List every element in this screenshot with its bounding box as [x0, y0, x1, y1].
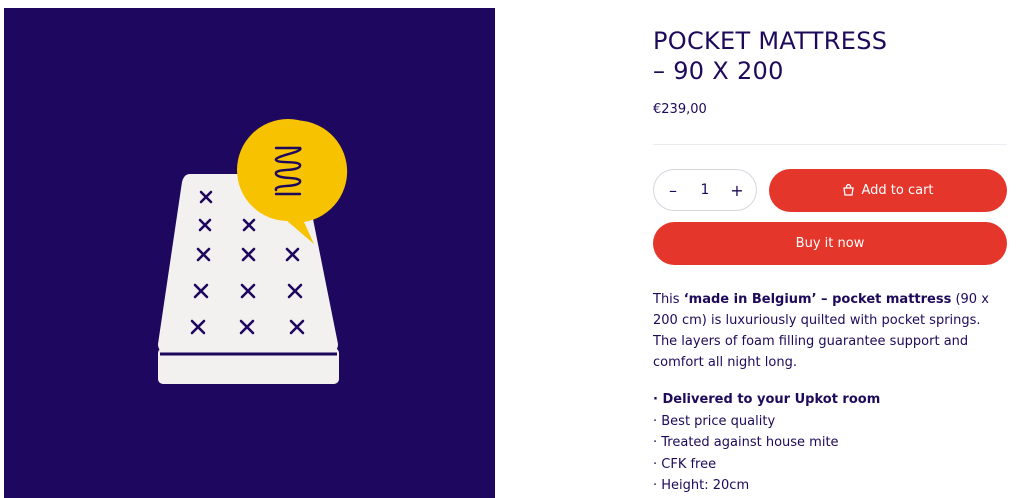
description-bold: ‘made in Belgium’ – pocket mattress [683, 292, 952, 307]
description-intro: This [653, 292, 684, 307]
divider [653, 144, 1007, 145]
feature-item: · CFK free [653, 456, 717, 472]
product-title-line1: POCKET MATTRESS [653, 27, 888, 55]
mattress-illustration [158, 119, 348, 384]
buy-now-label: Buy it now [795, 236, 865, 251]
add-to-cart-label: Add to cart [861, 183, 934, 198]
decrement-button[interactable]: – [666, 181, 680, 200]
product-price: €239,00 [653, 102, 707, 117]
feature-item: · Treated against house mite [653, 435, 839, 450]
product-description: This ‘made in Belgium’ – pocket mattress… [653, 289, 1007, 373]
quantity-stepper[interactable]: – 1 + [653, 169, 757, 211]
product-title: POCKET MATTRESS – 90 X 200 [653, 26, 993, 86]
cart-icon [843, 184, 855, 196]
feature-item: · Best price quality [653, 413, 776, 429]
feature-item: · Delivered to your Upkot room [653, 392, 881, 407]
product-title-line2: – 90 X 200 [653, 57, 784, 85]
increment-button[interactable]: + [730, 181, 744, 200]
buy-now-button[interactable]: Buy it now [653, 222, 1007, 265]
feature-item: · Height: 20cm [653, 478, 750, 493]
feature-list: · Delivered to your Upkot room · Best pr… [653, 389, 1007, 497]
quantity-value[interactable]: 1 [698, 182, 712, 198]
add-to-cart-button[interactable]: Add to cart [769, 169, 1007, 212]
product-image [4, 8, 495, 498]
